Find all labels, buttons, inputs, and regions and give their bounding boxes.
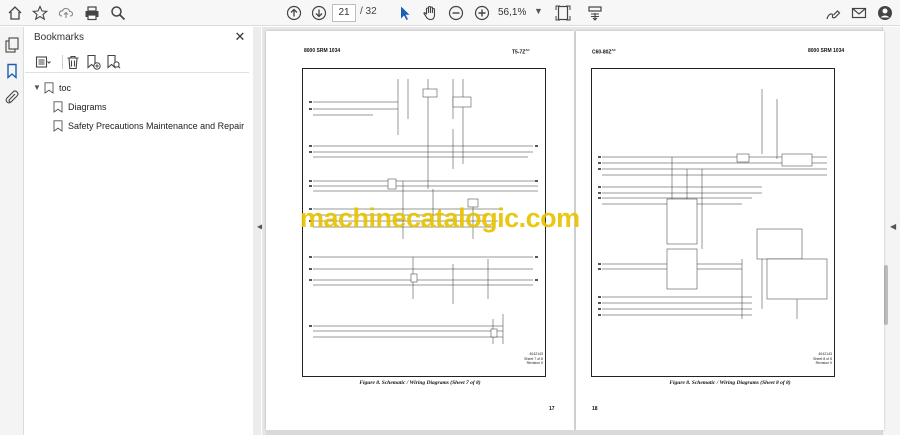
account-icon[interactable]: [876, 4, 894, 22]
attachment-icon[interactable]: [4, 89, 20, 105]
print-icon[interactable]: [83, 4, 101, 22]
page-number: 18: [592, 406, 598, 412]
main-toolbar: 21 / 32 56,1% ▼: [0, 0, 900, 26]
pdf-page-right: C60-80ZAC 8000 SRM 1034 4042143 Sheet 8 …: [576, 31, 884, 430]
page-header-left: C60-80ZAC: [592, 48, 616, 56]
upload-icon[interactable]: [57, 4, 75, 22]
bookmark-label: Diagrams: [68, 102, 107, 112]
zoom-level-field[interactable]: 56,1%: [498, 4, 532, 22]
watermark-text: machinecatalogic.com: [300, 203, 580, 233]
page-total-label: / 32: [360, 6, 377, 17]
zoom-in-icon[interactable]: [473, 4, 491, 22]
chevron-down-icon[interactable]: ▼: [33, 79, 41, 97]
bookmark-item-safety[interactable]: Safety Precautions Maintenance and Repai…: [25, 117, 249, 135]
find-bookmark-icon[interactable]: [105, 54, 121, 70]
hand-icon[interactable]: [421, 4, 439, 22]
page-header-right: 8000 SRM 1034: [808, 48, 845, 54]
page-up-icon[interactable]: [285, 4, 303, 22]
wiring-diagram-frame: 4042143 Sheet 8 of 8 Revision 9: [591, 68, 835, 377]
drawing-meta: 4042143 Sheet 8 of 8 Revision 9: [813, 352, 832, 365]
drawing-meta: 4042143 Sheet 7 of 8 Revision 9: [524, 352, 543, 365]
panel-splitter[interactable]: [253, 27, 261, 435]
mail-icon[interactable]: [850, 4, 868, 22]
home-icon[interactable]: [6, 4, 24, 22]
page-thumbnails-icon[interactable]: [4, 37, 20, 53]
bookmark-item-diagrams[interactable]: Diagrams: [25, 98, 249, 116]
search-icon[interactable]: [109, 4, 127, 22]
expand-tools-icon[interactable]: ◀: [890, 222, 896, 231]
bookmarks-panel: Bookmarks ✕ ▼ toc Diagrams Safety Precau…: [25, 27, 255, 435]
vertical-scrollbar-thumb[interactable]: [884, 265, 888, 325]
scroll-mode-icon[interactable]: [586, 4, 604, 22]
close-icon[interactable]: ✕: [233, 30, 247, 44]
bookmark-label: Safety Precautions Maintenance and Repai…: [68, 121, 245, 131]
next-page-edge: [266, 430, 882, 435]
bookmark-options-icon[interactable]: [35, 54, 51, 70]
bookmarks-title: Bookmarks: [34, 32, 85, 43]
wiring-schematic-graphic: [598, 89, 828, 319]
delete-bookmark-icon[interactable]: [65, 54, 81, 70]
page-header-left: 8000 SRM 1034: [304, 48, 341, 54]
page-number-input[interactable]: 21: [332, 4, 356, 22]
bookmark-icon: [53, 120, 63, 132]
zoom-out-icon[interactable]: [447, 4, 465, 22]
page-number: 17: [549, 406, 555, 412]
star-icon[interactable]: [31, 4, 49, 22]
bookmark-panel-icon[interactable]: [4, 63, 20, 80]
page-fit-icon[interactable]: [554, 4, 572, 22]
figure-caption: Figure 8. Schematic / Wiring Diagrams (S…: [359, 380, 481, 386]
toolbar-divider: [62, 55, 63, 69]
navigation-rail: [0, 27, 24, 435]
bookmark-icon: [44, 82, 54, 94]
page-header-right: T5-7ZAC: [512, 48, 530, 56]
right-tool-rail: [882, 27, 900, 435]
select-arrow-icon[interactable]: [396, 4, 414, 22]
bookmarks-toolbar: [25, 51, 249, 73]
bookmark-label: toc: [59, 83, 72, 93]
sign-icon[interactable]: [824, 4, 842, 22]
bookmark-icon: [53, 101, 63, 113]
bookmark-item-toc[interactable]: ▼ toc: [25, 79, 249, 97]
page-down-icon[interactable]: [310, 4, 328, 22]
new-bookmark-icon[interactable]: [85, 54, 101, 70]
figure-caption: Figure 8. Schematic / Wiring Diagrams (S…: [669, 380, 791, 386]
zoom-dropdown-chevron-icon[interactable]: ▼: [534, 6, 543, 16]
